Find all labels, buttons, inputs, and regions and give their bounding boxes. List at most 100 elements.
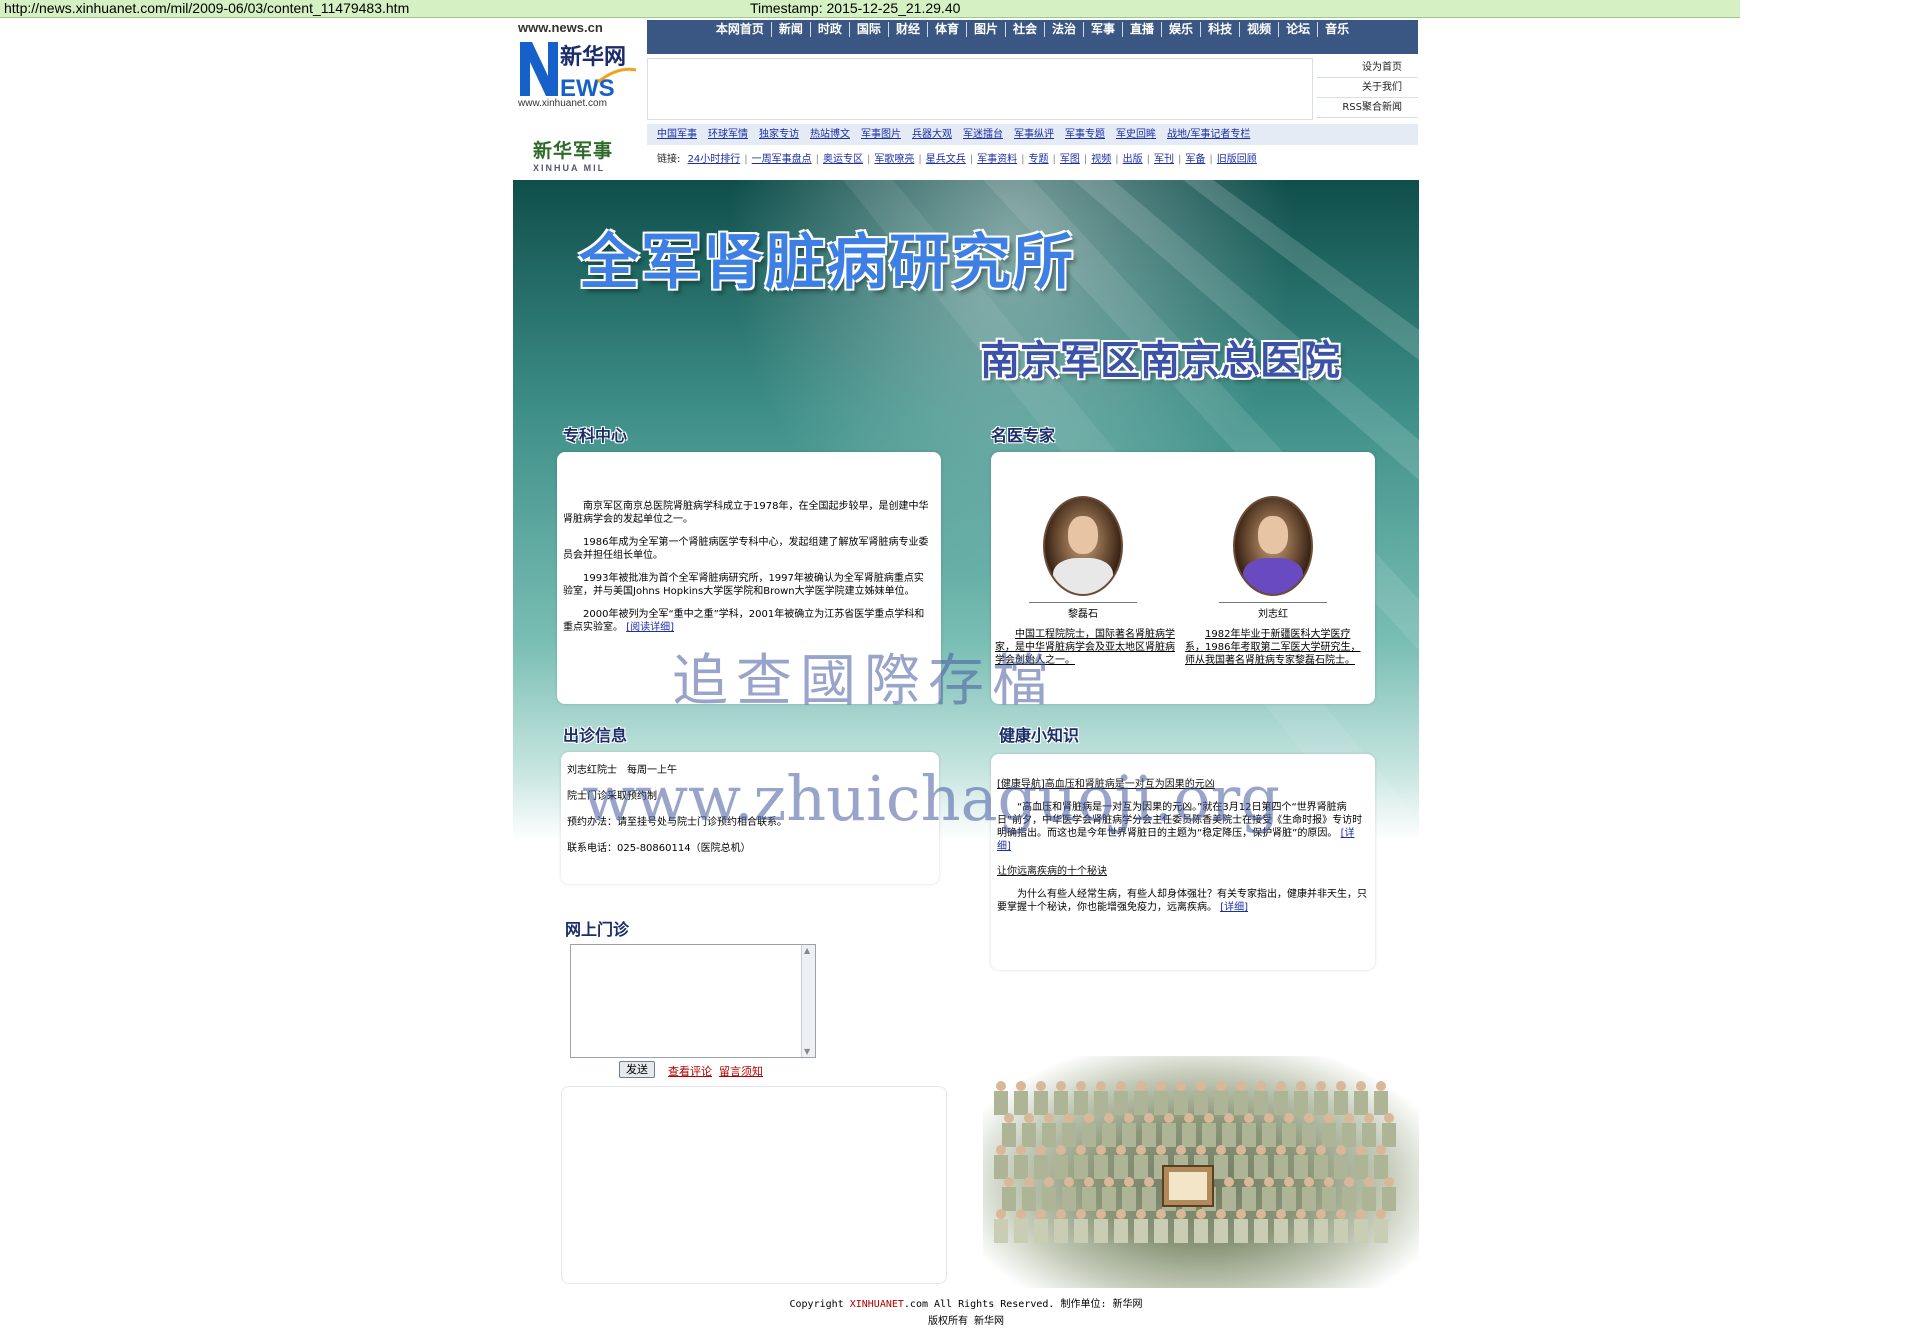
nav-item[interactable]: 时政 [811,22,850,37]
clinic-text: 刘志红院士 每周一上午 院士门诊采取预约制 预约办法：请至挂号处与院士门诊预约相合联… [561,752,939,855]
footer-rights: 版权所有 新华网 [927,1316,1005,1327]
expert-desc[interactable]: 中国工程院院士，国际著名肾脏病学家，是中华肾脏病学会及亚太地区肾脏病学会创始人之… [995,628,1175,667]
ad-banner-area [647,58,1313,120]
separator: | [1083,154,1088,165]
specialty-text: 南京军区南京总医院肾脏病学科成立于1978年，在全国起步较早，是创建中华肾脏病学… [557,452,941,634]
separator: | [1052,154,1056,165]
group-photo-image [994,1081,1396,1243]
channel-nav-link[interactable]: 兵器大观 [912,124,952,145]
page: www.news.cn 新华网 EWS www.xinhuanet.com 本网… [513,18,1419,1331]
scroll-down-icon[interactable]: ▼ [804,1047,810,1056]
specialty-paragraph: 南京军区南京总医院肾脏病学科成立于1978年，在全国起步较早，是创建中华肾脏病学… [563,501,929,525]
channel-nav-link[interactable]: 军迷擂台 [963,124,1003,145]
quick-link[interactable]: 视频 [1091,154,1111,165]
specialty-panel: 南京军区南京总医院肾脏病学科成立于1978年，在全国起步较早，是创建中华肾脏病学… [557,452,941,704]
side-link[interactable]: 设为首页 [1317,58,1418,78]
svg-text:新华网: 新华网 [560,44,626,70]
footer: Copyright XINHUANET.com All Rights Reser… [513,1296,1419,1330]
health-item-title[interactable]: 让你远离疾病的十个秘诀 [997,865,1367,878]
channel-nav-link[interactable]: 军史回眸 [1116,124,1156,145]
site-name: www.news.cn [518,20,603,35]
nav-item[interactable]: 体育 [928,22,967,37]
channel-nav-link[interactable]: 中国军事 [657,124,697,145]
expert-portrait [1233,496,1313,596]
channel-nav: 中国军事 环球军情 独家专访 热站博文 军事图片 兵器大观 军迷擂台 军事纵评 军事专题 军史回眸… [647,124,1418,145]
channel-nav-links: 中国军事 环球军情 独家专访 热站博文 军事图片 兵器大观 军迷擂台 军事纵评 军事专题 军史回眸… [647,124,1418,145]
channel-nav-link[interactable]: 独家专访 [759,124,799,145]
nav-item[interactable]: 本网首页 [709,22,772,37]
channel-nav-link[interactable]: 战地/军事记者专栏 [1167,124,1250,145]
expert-card[interactable]: 黎磊石 [1013,496,1153,620]
quick-link[interactable]: 出版 [1123,154,1143,165]
experts-heading: 名医专家 [991,426,1056,445]
separator: | [1178,154,1182,165]
nav-item[interactable]: 图片 [967,22,1006,37]
channel-nav-link[interactable]: 军事纵评 [1014,124,1054,145]
separator: | [1021,154,1025,165]
banner-subtitle: 南京军区南京总医院 [980,338,1340,384]
expert-desc[interactable]: 1982年毕业于新疆医科大学医疗系，1986年考取第二军医大学研究生，师从我国著… [1185,628,1365,667]
send-button[interactable]: 发送 [619,1061,655,1078]
quick-links: 链接: 24小时排行 | 一周军事盘点 | 奥运专区 | 军歌嘹亮 | 星兵文兵 | 军事资料 | 专题… [647,150,1418,170]
footer-copyright: Copyright XINHUANET.com All Rights Reser… [789,1299,1143,1310]
site-domain: www.xinhuanet.com [518,98,607,109]
nav-item[interactable]: 直播 [1123,22,1163,37]
quick-link[interactable]: 旧版回顾 [1217,154,1257,165]
channel-nav-link[interactable]: 热站博文 [810,124,850,145]
specialty-paragraph: 1993年被批准为首个全军肾脏病研究所，1997年被确认为全军肾脏病重点实验室，… [563,573,924,597]
separator: | [1115,154,1119,165]
quick-link[interactable]: 军事资料 [977,154,1017,165]
main-nav: 本网首页 新闻 时政 国际 财经 体育 图片 社会 法治 军事 直播 娱乐 科技 视频 论坛 音乐 [647,20,1418,54]
health-list: [健康导航]高血压和肾脏病是一对互为因果的元凶 “高血压和肾脏病是一对互为因果的… [991,754,1375,914]
channel-nav-link[interactable]: 军事图片 [861,124,901,145]
quick-link[interactable]: 军备 [1185,154,1205,165]
separator: | [1209,154,1213,165]
health-item-title[interactable]: [健康导航]高血压和肾脏病是一对互为因果的元凶 [997,778,1367,791]
nav-item[interactable]: 音乐 [1318,22,1356,37]
side-link[interactable]: 关于我们 [1317,78,1418,98]
nav-item[interactable]: 财经 [889,22,928,37]
quick-link[interactable]: 军歌嘹亮 [874,154,914,165]
health-item-text: 为什么有些人经常生病，有些人却身体强壮？有关专家指出，健康并非天生，只要掌握十个… [997,889,1367,913]
separator: | [1146,154,1151,165]
specialty-paragraph: 1986年成为全军第一个肾脏病医学专科中心，发起组建了解放军肾脏病专业委员会并担… [563,537,929,561]
quick-link[interactable]: 军图 [1060,154,1080,165]
channel-logo[interactable]: 新华军事 XINHUA MIL [533,136,633,174]
site-logo[interactable]: www.news.cn 新华网 EWS www.xinhuanet.com [518,20,640,112]
nav-item[interactable]: 社会 [1006,22,1045,37]
main-nav-items: 本网首页 新闻 时政 国际 财经 体育 图片 社会 法治 军事 直播 娱乐 科技 视频 论坛 音乐 [647,20,1418,37]
nav-item[interactable]: 军事 [1084,22,1124,37]
archive-url[interactable]: http://news.xinhuanet.com/mil/2009-06/03… [4,0,409,17]
nav-item[interactable]: 娱乐 [1162,22,1202,37]
consult-textarea[interactable]: ▲ ▼ [570,944,816,1058]
quick-link[interactable]: 24小时排行 [688,154,741,165]
channel-nav-link[interactable]: 环球军情 [708,124,748,145]
textarea-scrollbar[interactable]: ▲ ▼ [801,945,815,1057]
nav-item[interactable]: 法治 [1045,22,1085,37]
quick-link[interactable]: 专题 [1029,154,1049,165]
notice-link[interactable]: 留言须知 [719,1063,763,1079]
channel-nav-link[interactable]: 军事专题 [1065,124,1105,145]
nav-item[interactable]: 视频 [1240,22,1280,37]
xinhua-news-logo-icon: 新华网 EWS [520,42,637,98]
quick-link[interactable]: 奥运专区 [823,154,863,165]
scroll-up-icon[interactable]: ▲ [804,946,810,955]
nav-item[interactable]: 国际 [850,22,889,37]
specialty-paragraph: 2000年被列为全军“重中之重”学科，2001年被确立为江苏省医学重点学科和重点… [563,609,925,633]
nav-item[interactable]: 论坛 [1279,22,1319,37]
quick-link[interactable]: 星兵文兵 [926,154,966,165]
footer-brand[interactable]: XINHUANET [850,1299,904,1310]
nav-item[interactable]: 新闻 [772,22,811,37]
expert-card[interactable]: 刘志红 [1203,496,1343,620]
health-item-text: “高血压和肾脏病是一对互为因果的元凶。”就在3月12日第四个“世界肾脏病日”前夕… [997,802,1363,852]
nav-item[interactable]: 科技 [1201,22,1241,37]
clinic-heading: 出诊信息 [563,726,628,745]
side-link[interactable]: RSS聚合新闻 [1317,98,1418,118]
view-comments-link[interactable]: 查看评论 [668,1063,712,1079]
read-more-link[interactable]: [阅读详细] [626,622,674,633]
quick-link[interactable]: 一周军事盘点 [752,154,812,165]
svg-text:EWS: EWS [560,75,615,98]
experts-panel: 黎磊石 刘志红 中国工程院院士，国际著名肾脏病学家，是中华肾脏病学会及亚太地区肾… [991,452,1375,704]
quick-link[interactable]: 军刊 [1154,154,1174,165]
health-more-link[interactable]: [详细] [1220,902,1248,913]
